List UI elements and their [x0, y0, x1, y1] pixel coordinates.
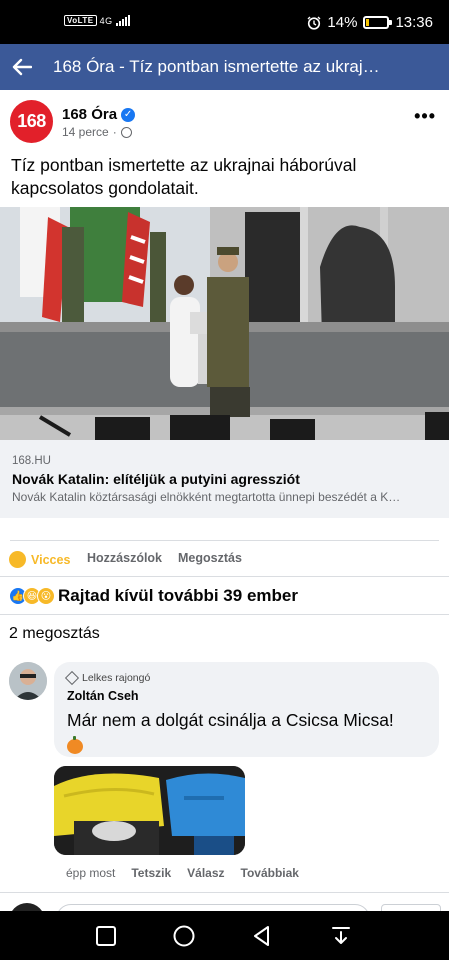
comment-more-button[interactable]: Továbbiak [241, 866, 299, 880]
network-type: 4G [99, 15, 113, 26]
divider [0, 892, 449, 893]
post-actions: 😆 Vicces Hozzászólok Megosztás [0, 548, 449, 570]
post-meta: 14 perce · [62, 125, 132, 139]
fan-badge-label: Lelkes rajongó [82, 672, 151, 684]
commenter-photo [9, 662, 47, 700]
react-label: Vicces [31, 552, 71, 567]
share-button[interactable]: Megosztás [178, 551, 242, 565]
share-label: Megosztás [178, 551, 242, 565]
app-header: 168 Óra - Tíz pontban ismertette az ukra… [0, 44, 449, 90]
page-logo-text: 168 [17, 111, 46, 131]
react-button[interactable]: 😆 Vicces [9, 551, 70, 568]
back-button[interactable] [2, 44, 42, 90]
divider [0, 576, 449, 577]
diamond-icon [64, 670, 80, 686]
link-preview-image[interactable] [0, 207, 449, 440]
shares-count[interactable]: 2 megosztás [9, 625, 100, 643]
fan-badge: Lelkes rajongó [64, 670, 151, 686]
battery-percent: 14% [327, 14, 358, 31]
post-time[interactable]: 14 perce [62, 125, 109, 139]
header-title: 168 Óra - Tíz pontban ismertette az ukra… [53, 57, 380, 76]
notification-pull-icon[interactable] [329, 924, 353, 948]
recent-apps-icon[interactable] [94, 924, 118, 948]
wow-icon: 😮 [37, 587, 55, 605]
link-preview[interactable]: 168.HU Novák Katalin: elítéljük a putyin… [0, 440, 449, 518]
comment-button[interactable]: Hozzászólok [87, 551, 162, 565]
reactions-text: Rajtad kívül további 39 ember [58, 586, 298, 605]
network-indicator: VoLTE 4G [64, 15, 130, 26]
volte-badge: VoLTE [64, 15, 97, 26]
ceremony-photo [0, 207, 449, 440]
back-nav-icon[interactable] [250, 924, 274, 948]
post-text: Tíz pontban ismertette az ukrajnai hábor… [11, 155, 357, 198]
verified-check-icon: ✓ [121, 107, 136, 122]
commenter-avatar[interactable] [9, 662, 47, 700]
divider [0, 614, 449, 615]
reactions-summary[interactable]: 👍 😆 😮 Rajtad kívül további 39 ember [9, 586, 298, 606]
comment-time: épp most [66, 866, 116, 880]
arrow-left-icon [12, 58, 32, 76]
page-name-row[interactable]: 168 Óra ✓ [62, 106, 136, 123]
comment-bubble[interactable]: Lelkes rajongó Zoltán Cseh Már nem a dol… [54, 662, 439, 757]
link-domain: 168.HU [12, 455, 51, 467]
page-avatar[interactable]: 168 [10, 100, 53, 143]
comment-image[interactable] [54, 766, 245, 855]
alarm-clock-icon [307, 16, 321, 30]
pumpkin-icon [67, 736, 83, 755]
signal-icon [115, 15, 130, 26]
comment-label: Hozzászólok [87, 551, 163, 565]
trash-bins-photo [54, 766, 245, 855]
more-dots-icon: ••• [414, 106, 436, 126]
divider [10, 540, 439, 541]
battery-icon [363, 16, 393, 29]
link-title[interactable]: Novák Katalin: elítéljük a putyini agres… [12, 471, 300, 487]
clock: 13:36 [395, 14, 433, 31]
comment-text-block: Már nem a dolgát csinálja a Csicsa Micsa… [67, 708, 427, 756]
more-options-button[interactable]: ••• [414, 106, 436, 127]
status-bar: VoLTE 4G 14% 13:36 [0, 0, 449, 44]
meta-separator: · [112, 125, 117, 139]
comment-text: Már nem a dolgát csinálja a Csicsa Micsa… [67, 710, 394, 730]
globe-icon [120, 126, 132, 138]
comment-author[interactable]: Zoltán Cseh [67, 689, 139, 703]
comment-actions: épp most Tetszik Válasz Továbbiak [66, 866, 299, 880]
link-description: Novák Katalin köztársasági elnökként meg… [12, 490, 401, 504]
system-navigation-bar [0, 911, 449, 960]
page-name[interactable]: 168 Óra [62, 106, 117, 123]
comment-like-button[interactable]: Tetszik [131, 866, 171, 880]
comment-reply-button[interactable]: Válasz [187, 866, 224, 880]
home-icon[interactable] [172, 924, 196, 948]
haha-icon: 😆 [9, 551, 26, 568]
